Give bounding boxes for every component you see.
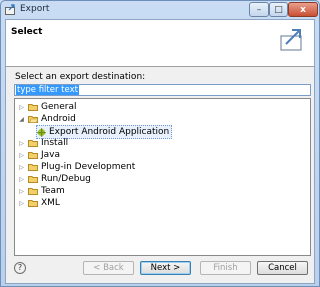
title-bar: Export – □ x (1, 1, 319, 19)
folder-icon (28, 176, 38, 183)
expand-icon[interactable]: ▷ (18, 200, 25, 207)
tree-item-label: Plug-in Development (41, 162, 136, 172)
folder-icon (28, 164, 38, 171)
tree-item-plug-in-development[interactable]: ▷ Plug-in Development (18, 161, 135, 173)
destination-tree[interactable]: ▷ General ◢ Android Export Android Appli… (14, 98, 311, 256)
filter-text: type filter text (16, 85, 79, 95)
tree-item-general[interactable]: ▷ General (18, 101, 76, 113)
folder-icon (28, 200, 38, 207)
tree-item-java[interactable]: ▷ Java (18, 149, 60, 161)
folder-icon (28, 104, 38, 111)
tree-item-android[interactable]: ◢ Android (18, 113, 76, 125)
folder-icon (28, 152, 38, 159)
tree-item-label: Java (41, 150, 61, 160)
cancel-button[interactable]: Cancel (257, 261, 308, 275)
minimize-button[interactable]: – (249, 2, 269, 17)
maximize-button[interactable]: □ (269, 2, 288, 17)
expand-icon[interactable]: ▷ (18, 104, 25, 111)
dialog-client: Select Select an export destination: typ… (5, 19, 315, 284)
finish-button[interactable]: Finish (200, 261, 251, 275)
tree-item-label: General (41, 102, 77, 112)
expand-icon[interactable]: ▷ (18, 164, 25, 171)
destination-label: Select an export destination: (15, 72, 146, 82)
collapse-icon[interactable]: ◢ (18, 116, 25, 123)
tree-item-install[interactable]: ▷ Install (18, 137, 68, 149)
tree-item-run-debug[interactable]: ▷ Run/Debug (18, 173, 91, 185)
folder-icon (28, 188, 38, 195)
maximize-icon: □ (274, 4, 283, 15)
export-wizard-icon (280, 29, 302, 51)
filter-input[interactable]: type filter text (14, 84, 311, 96)
android-icon (37, 127, 46, 137)
folder-icon (28, 140, 38, 147)
expand-icon[interactable]: ▷ (18, 176, 25, 183)
help-button[interactable]: ? (14, 262, 26, 274)
help-icon: ? (17, 263, 23, 272)
export-icon (5, 4, 15, 15)
page-title: Select (11, 27, 43, 37)
folder-open-icon (28, 116, 38, 123)
expand-icon[interactable]: ▷ (18, 188, 25, 195)
export-dialog: Export – □ x Select Select an export des… (0, 0, 320, 287)
expand-icon[interactable]: ▷ (18, 152, 25, 159)
next-button[interactable]: Next > (140, 261, 191, 275)
close-icon: x (300, 4, 306, 15)
tree-item-label: Run/Debug (41, 174, 91, 184)
button-bar: ? < Back Next > Finish Cancel (6, 258, 314, 284)
back-button[interactable]: < Back (83, 261, 134, 275)
expand-icon[interactable]: ▷ (18, 140, 25, 147)
tree-item-xml[interactable]: ▷ XML (18, 197, 60, 209)
tree-item-label: Install (41, 138, 69, 148)
tree-item-label: Android (41, 114, 76, 124)
window-title: Export (20, 4, 50, 14)
tree-item-team[interactable]: ▷ Team (18, 185, 65, 197)
tree-item-label: Team (41, 186, 65, 196)
wizard-header: Select (6, 20, 314, 67)
close-button[interactable]: x (288, 2, 318, 17)
tree-item-label: XML (41, 198, 60, 208)
minimize-icon: – (256, 4, 262, 15)
